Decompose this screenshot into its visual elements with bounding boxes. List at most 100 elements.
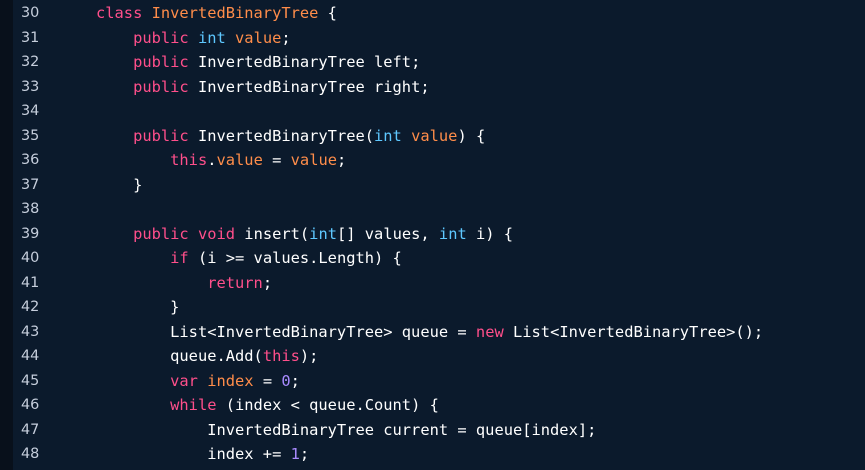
code-text: public InvertedBinaryTree(int value) {	[96, 124, 485, 149]
line-number: 39	[21, 225, 40, 242]
code-token: insert(	[244, 224, 310, 243]
code-text: public int value;	[96, 26, 291, 51]
line-number: 41	[21, 274, 40, 291]
code-token: 1	[290, 445, 300, 463]
code-line[interactable]: 47 InvertedBinaryTree current = queue[in…	[13, 418, 865, 443]
code-token: public	[133, 224, 198, 243]
line-number: 38	[21, 201, 40, 217]
code-token: ;	[299, 445, 310, 463]
code-line[interactable]: 42 }	[13, 295, 865, 320]
code-text: }	[96, 173, 142, 198]
code-token: }	[133, 175, 143, 194]
code-token: return	[207, 273, 263, 292]
code-line[interactable]: 48 index += 1;	[13, 442, 865, 467]
code-token: int	[438, 224, 476, 243]
line-number: 43	[21, 323, 40, 340]
line-number: 40	[21, 250, 40, 266]
code-editor[interactable]: 30 class InvertedBinaryTree {31 public in…	[0, 0, 865, 470]
code-line[interactable]: 30 class InvertedBinaryTree {	[13, 1, 865, 26]
line-number: 47	[21, 421, 40, 438]
code-text: }	[96, 295, 179, 320]
code-text: return;	[96, 271, 272, 296]
code-token: int	[309, 224, 337, 243]
code-text: this.value = value;	[96, 148, 346, 173]
code-token: ;	[337, 151, 347, 169]
code-line[interactable]: 39 public void insert(int[] values, int …	[13, 222, 865, 247]
line-number: 42	[21, 299, 40, 315]
code-token: ;	[281, 28, 291, 47]
line-number: 34	[21, 103, 40, 119]
code-token: =	[262, 151, 291, 169]
code-token: 0	[281, 371, 291, 390]
code-token: queue.Add(	[170, 347, 263, 365]
code-text: InvertedBinaryTree current = queue[index…	[96, 418, 596, 443]
code-area[interactable]: 30 class InvertedBinaryTree {31 public in…	[13, 1, 865, 467]
code-token: public	[133, 53, 198, 71]
line-number: 46	[21, 397, 40, 413]
line-number: 44	[21, 348, 40, 364]
code-line[interactable]: 44 queue.Add(this);	[13, 344, 865, 369]
code-token: InvertedBinaryTree right;	[197, 77, 430, 96]
code-text: while (index < queue.Count) {	[96, 393, 439, 418]
code-line[interactable]: 45 var index = 0;	[13, 369, 865, 394]
line-number: 36	[21, 152, 40, 168]
code-token: value	[235, 28, 282, 47]
code-token: value	[216, 151, 263, 169]
code-line[interactable]: 31 public int value;	[13, 26, 865, 51]
code-token: (i >= values.Length) {	[197, 249, 402, 267]
code-token: var	[170, 371, 208, 390]
code-token: ;	[262, 273, 273, 292]
code-token: int	[374, 126, 412, 145]
code-token: public	[133, 28, 198, 47]
code-token: public	[133, 126, 198, 145]
code-token: InvertedBinaryTree current = queue[index…	[207, 420, 597, 439]
code-line[interactable]: 40 if (i >= values.Length) {	[13, 246, 865, 271]
line-number: 37	[21, 176, 40, 193]
code-line[interactable]: 46 while (index < queue.Count) {	[13, 393, 865, 418]
code-token: ;	[290, 371, 300, 390]
code-token: .	[207, 151, 217, 169]
code-text: index += 1;	[96, 442, 309, 467]
code-token: InvertedBinaryTree	[151, 4, 319, 22]
line-number: 32	[21, 54, 40, 70]
line-number: 35	[21, 127, 40, 144]
code-token: class	[96, 4, 152, 22]
code-text: var index = 0;	[96, 369, 300, 394]
code-line[interactable]: 32 public InvertedBinaryTree left;	[13, 50, 865, 75]
code-token: index	[207, 371, 254, 390]
code-token: );	[299, 347, 319, 365]
code-text: public void insert(int[] values, int i) …	[96, 222, 513, 247]
code-line[interactable]: 43 List<InvertedBinaryTree> queue = new …	[13, 320, 865, 345]
code-text: queue.Add(this);	[96, 344, 318, 369]
code-line[interactable]: 34	[13, 99, 865, 124]
code-line[interactable]: 33 public InvertedBinaryTree right;	[13, 75, 865, 100]
code-token: new	[475, 322, 513, 341]
code-line[interactable]: 37 }	[13, 173, 865, 198]
code-token: =	[253, 371, 282, 390]
code-line[interactable]: 36 this.value = value;	[13, 148, 865, 173]
code-token: this	[170, 151, 208, 169]
code-line[interactable]: 41 return;	[13, 271, 865, 296]
code-line[interactable]: 38	[13, 197, 865, 222]
line-number: 48	[21, 446, 40, 462]
code-text: List<InvertedBinaryTree> queue = new Lis…	[96, 320, 763, 345]
line-number: 33	[21, 78, 40, 95]
code-token: {	[318, 4, 337, 22]
code-text: public InvertedBinaryTree right;	[96, 75, 430, 100]
editor-edge	[0, 0, 13, 470]
code-line[interactable]: 35 public InvertedBinaryTree(int value) …	[13, 124, 865, 149]
